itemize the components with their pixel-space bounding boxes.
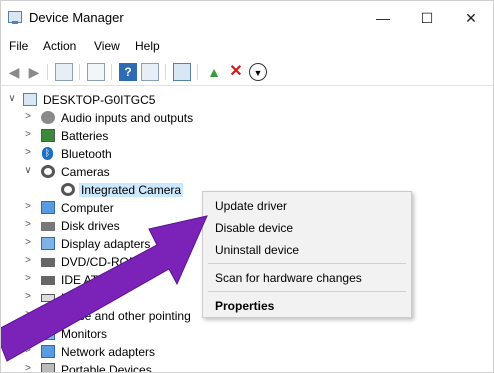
menu-disable-device[interactable]: Disable device bbox=[215, 221, 293, 235]
expand-chevron-icon[interactable]: > bbox=[23, 111, 33, 123]
portable-icon bbox=[41, 363, 55, 372]
node-label: Network adapters bbox=[61, 345, 156, 359]
dvd-icon bbox=[41, 258, 55, 267]
collapse-chevron-icon[interactable]: ∨ bbox=[23, 165, 33, 177]
view-icon[interactable] bbox=[141, 63, 159, 81]
menu-uninstall-device[interactable]: Uninstall device bbox=[215, 243, 299, 257]
node-label: Disk drives bbox=[61, 219, 120, 233]
speaker-icon bbox=[41, 111, 55, 124]
node-label: Audio inputs and outputs bbox=[61, 111, 194, 125]
forward-arrow-icon[interactable]: ▶ bbox=[25, 63, 43, 81]
node-label: Monitors bbox=[61, 327, 108, 341]
expand-chevron-icon[interactable]: > bbox=[23, 345, 33, 357]
root-label: DESKTOP-G0ITGC5 bbox=[43, 93, 156, 107]
minimize-button[interactable]: — bbox=[361, 5, 405, 31]
expand-chevron-icon[interactable]: > bbox=[23, 255, 33, 267]
ide-icon bbox=[41, 276, 55, 285]
network-icon bbox=[41, 345, 55, 358]
expand-chevron-icon[interactable]: > bbox=[23, 219, 33, 231]
tree-node-batteries[interactable]: > Batteries bbox=[1, 127, 481, 145]
menu-bar: File Action View Help bbox=[1, 37, 493, 57]
node-label: IDE ATA/A bbox=[61, 273, 117, 287]
menu-separator bbox=[208, 291, 406, 292]
maximize-button[interactable]: ☐ bbox=[405, 5, 449, 31]
node-label: Cameras bbox=[61, 165, 110, 179]
tree-node-network[interactable]: > Network adapters bbox=[1, 343, 481, 361]
download-icon[interactable]: ▼ bbox=[249, 63, 267, 81]
menu-separator bbox=[208, 263, 406, 264]
properties-icon[interactable] bbox=[87, 63, 105, 81]
device-manager-icon bbox=[8, 11, 22, 24]
keyboard-icon bbox=[41, 294, 55, 302]
monitor-icon bbox=[41, 327, 55, 340]
node-label: ice and other pointing bbox=[76, 309, 191, 323]
tree-node-portable[interactable]: > Portable Devices bbox=[1, 361, 481, 373]
expand-chevron-icon[interactable]: > bbox=[23, 327, 33, 339]
toolbar-separator bbox=[197, 64, 198, 80]
disk-icon bbox=[41, 222, 55, 231]
battery-icon bbox=[41, 129, 55, 142]
menu-view[interactable]: View bbox=[94, 39, 120, 53]
node-label: DVD/CD-ROM bbox=[61, 255, 139, 269]
expand-chevron-icon[interactable]: > bbox=[23, 201, 33, 213]
bluetooth-icon: ᛒ bbox=[42, 147, 53, 160]
node-label: Ke bbox=[61, 291, 76, 305]
uninstall-x-icon[interactable]: ✕ bbox=[227, 63, 245, 81]
node-label: Computer bbox=[61, 201, 114, 215]
toolbar-separator bbox=[111, 64, 112, 80]
show-hide-icon[interactable] bbox=[55, 63, 73, 81]
expand-chevron-icon[interactable]: > bbox=[23, 237, 33, 249]
computer-icon bbox=[41, 201, 55, 214]
menu-scan-hardware[interactable]: Scan for hardware changes bbox=[215, 271, 362, 285]
expand-chevron-icon[interactable]: > bbox=[23, 147, 33, 159]
window-title: Device Manager bbox=[29, 10, 124, 25]
toolbar-separator bbox=[47, 64, 48, 80]
toolbar-separator bbox=[165, 64, 166, 80]
node-label: Bluetooth bbox=[61, 147, 112, 161]
tree-root[interactable]: ∨ DESKTOP-G0ITGC5 bbox=[1, 91, 481, 109]
title-bar: Device Manager — ☐ ✕ bbox=[1, 1, 493, 35]
tree-node-cameras[interactable]: ∨ Cameras bbox=[1, 163, 481, 181]
toolbar-separator bbox=[79, 64, 80, 80]
collapse-chevron-icon[interactable]: ∨ bbox=[7, 93, 17, 105]
node-label: Display adapters bbox=[61, 237, 151, 251]
menu-file[interactable]: File bbox=[9, 39, 28, 53]
display-icon bbox=[41, 237, 55, 250]
computer-icon bbox=[23, 93, 37, 106]
expand-chevron-icon[interactable]: > bbox=[23, 291, 33, 303]
device-manager-window: Device Manager — ☐ ✕ File Action View He… bbox=[0, 0, 494, 373]
mouse-icon bbox=[43, 309, 53, 322]
expand-chevron-icon[interactable]: > bbox=[23, 363, 33, 372]
expand-chevron-icon[interactable]: > bbox=[23, 309, 33, 321]
menu-properties[interactable]: Properties bbox=[215, 299, 274, 313]
toolbar: ◀ ▶ ? ▲ ✕ ▼ bbox=[1, 59, 493, 86]
tree-node-monitors[interactable]: > Monitors bbox=[1, 325, 481, 343]
node-label-selected: Integrated Camera bbox=[79, 183, 184, 197]
node-label: Portable Devices bbox=[61, 363, 152, 373]
expand-chevron-icon[interactable]: > bbox=[23, 129, 33, 141]
menu-update-driver[interactable]: Update driver bbox=[215, 199, 287, 213]
add-driver-icon[interactable]: ▲ bbox=[205, 63, 223, 81]
camera-icon bbox=[61, 183, 75, 196]
tree-node-bluetooth[interactable]: > ᛒ Bluetooth bbox=[1, 145, 481, 163]
back-arrow-icon[interactable]: ◀ bbox=[5, 63, 23, 81]
tree-node-audio[interactable]: > Audio inputs and outputs bbox=[1, 109, 481, 127]
monitor-scan-icon[interactable] bbox=[173, 63, 191, 81]
camera-icon bbox=[41, 165, 55, 178]
context-menu: Update driver Disable device Uninstall d… bbox=[202, 191, 412, 318]
menu-action[interactable]: Action bbox=[43, 39, 76, 53]
menu-help[interactable]: Help bbox=[135, 39, 160, 53]
node-label: Batteries bbox=[61, 129, 109, 143]
help-icon[interactable]: ? bbox=[119, 63, 137, 81]
close-button[interactable]: ✕ bbox=[449, 5, 493, 31]
expand-chevron-icon[interactable]: > bbox=[23, 273, 33, 285]
